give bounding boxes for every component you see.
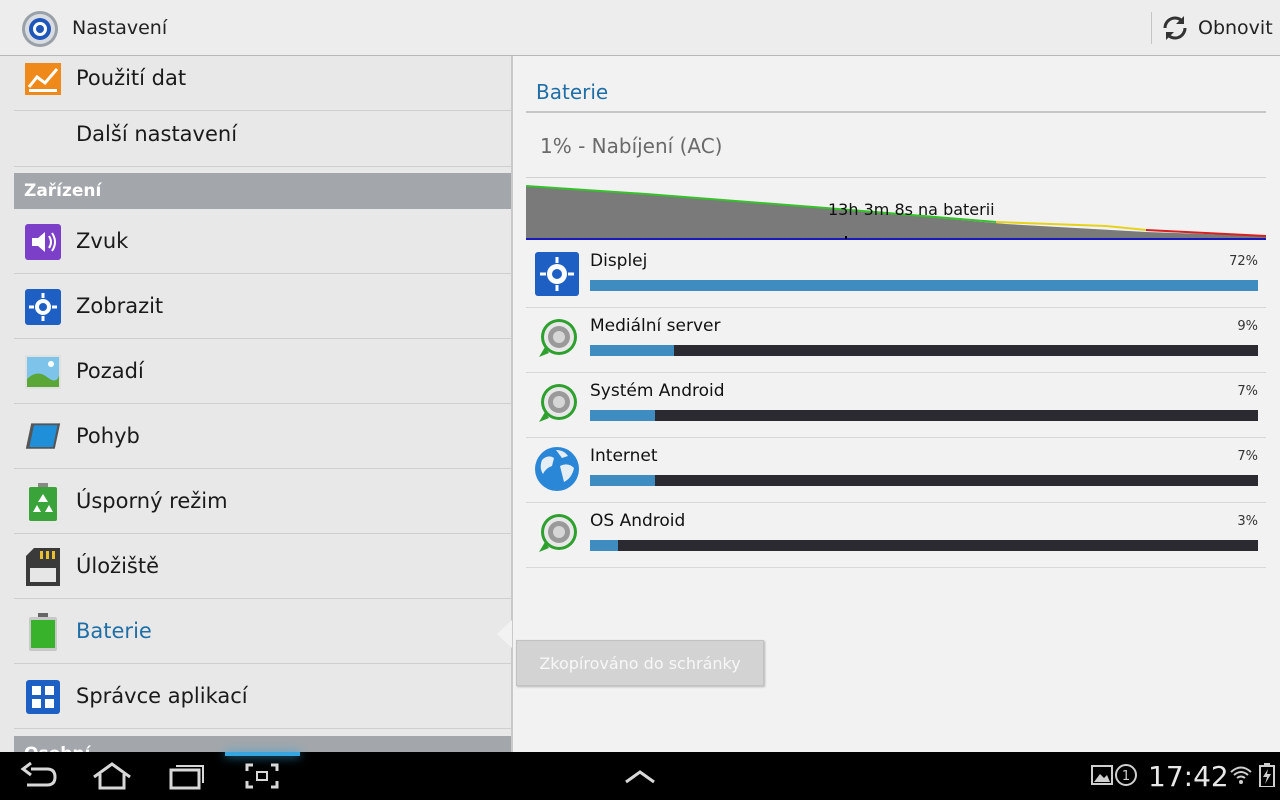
- usage-row-display[interactable]: Displej 72%: [526, 243, 1266, 308]
- page-title: Baterie: [536, 80, 609, 104]
- globe-icon: [534, 446, 580, 492]
- usage-name: Mediální server: [590, 316, 721, 336]
- display-icon: [24, 288, 62, 326]
- usage-bar: [590, 280, 1258, 291]
- battery-icon: [24, 613, 62, 651]
- usage-name: OS Android: [590, 511, 686, 531]
- settings-item-label: Správce aplikací: [76, 684, 248, 708]
- usage-bar: [590, 410, 1258, 421]
- usage-row-media-server[interactable]: Mediální server 9%: [526, 308, 1266, 373]
- motion-icon: [24, 418, 62, 456]
- usage-bar-fill: [590, 540, 618, 551]
- settings-item-label: Úložiště: [76, 554, 160, 578]
- settings-list: Použití dat Další nastavení Zařízení Zvu…: [0, 56, 512, 752]
- settings-item-motion[interactable]: Pohyb: [14, 404, 511, 469]
- section-header-label: Zařízení: [24, 181, 102, 201]
- usage-bar-fill: [590, 280, 1258, 291]
- action-bar: Nastavení Obnovit: [0, 0, 1280, 56]
- notification-counter-icon[interactable]: 1: [1113, 762, 1139, 788]
- usage-row-internet[interactable]: Internet 7%: [526, 438, 1266, 503]
- settings-gear-icon[interactable]: [17, 8, 63, 50]
- refresh-button[interactable]: Obnovit: [1158, 10, 1274, 46]
- settings-item-power-saving[interactable]: Úsporný režim: [14, 469, 511, 534]
- usage-bar-fill: [590, 345, 674, 356]
- settings-item-label: Pohyb: [76, 424, 140, 448]
- mini-apps-tray-button[interactable]: [615, 758, 665, 794]
- settings-item-app-manager[interactable]: Správce aplikací: [14, 664, 511, 729]
- battery-history-graph[interactable]: 13h 3m 8s na baterii: [525, 180, 1267, 242]
- display-icon: [534, 251, 580, 297]
- usage-percent: 72%: [1229, 254, 1258, 269]
- usage-name: Internet: [590, 446, 658, 466]
- sound-icon: [24, 223, 62, 261]
- settings-item-battery[interactable]: Baterie: [14, 599, 511, 664]
- usage-name: Displej: [590, 251, 648, 271]
- usage-row-android-os[interactable]: OS Android 3%: [526, 503, 1266, 568]
- settings-item-label: Další nastavení: [76, 122, 238, 146]
- usage-percent: 3%: [1237, 514, 1258, 529]
- back-icon: [20, 761, 57, 787]
- settings-item-more-settings[interactable]: Další nastavení: [14, 102, 511, 167]
- notification-count: 1: [1122, 769, 1130, 784]
- usage-percent: 7%: [1237, 384, 1258, 399]
- gallery-notification-icon[interactable]: [1089, 762, 1115, 788]
- screenshot-button-highlight: [225, 752, 300, 756]
- wallpaper-icon: [24, 353, 62, 391]
- section-header-label: Osobní: [24, 736, 90, 752]
- graph-duration-label: 13h 3m 8s na baterii: [828, 200, 995, 219]
- section-header-device: Zařízení: [14, 173, 511, 209]
- status-clock[interactable]: 17:42: [1148, 760, 1229, 793]
- usage-percent: 9%: [1237, 319, 1258, 334]
- section-header-personal: Osobní: [14, 736, 511, 752]
- recent-apps-button[interactable]: [162, 758, 212, 794]
- recent-apps-icon: [169, 765, 204, 790]
- refresh-icon: [1158, 11, 1192, 45]
- system-bar: 1 17:42: [0, 752, 1280, 800]
- usage-bar-fill: [590, 475, 655, 486]
- settings-item-sound[interactable]: Zvuk: [14, 209, 511, 274]
- screenshot-button[interactable]: [237, 758, 287, 794]
- toast-message: Zkopírováno do schránky: [516, 640, 764, 686]
- home-button[interactable]: [87, 758, 137, 794]
- status-divider: [526, 177, 1266, 178]
- usage-bar-fill: [590, 410, 655, 421]
- app-title: Nastavení: [72, 17, 168, 39]
- battery-charging-icon: [1254, 762, 1280, 788]
- refresh-label: Obnovit: [1198, 17, 1273, 39]
- storage-icon: [24, 548, 62, 586]
- home-icon: [93, 762, 131, 790]
- usage-bar: [590, 345, 1258, 356]
- back-button[interactable]: [14, 758, 64, 794]
- usage-row-android-system[interactable]: Systém Android 7%: [526, 373, 1266, 438]
- data-usage-icon: [24, 60, 62, 98]
- toast-text: Zkopírováno do schránky: [539, 654, 741, 673]
- usage-name: Systém Android: [590, 381, 725, 401]
- selection-pointer: [497, 620, 512, 648]
- power-saving-icon: [24, 483, 62, 521]
- screenshot-icon: [245, 763, 279, 789]
- usage-percent: 7%: [1237, 449, 1258, 464]
- title-divider: [526, 111, 1266, 113]
- app-manager-icon: [24, 678, 62, 716]
- usage-bar: [590, 475, 1258, 486]
- settings-item-label: Zobrazit: [76, 294, 164, 318]
- wifi-icon: [1228, 762, 1254, 788]
- settings-item-label: Zvuk: [76, 229, 129, 253]
- settings-item-label: Pozadí: [76, 359, 144, 383]
- settings-item-display[interactable]: Zobrazit: [14, 274, 511, 339]
- android-gear-icon: [534, 316, 580, 362]
- settings-item-label: Úsporný režim: [76, 489, 228, 513]
- settings-item-storage[interactable]: Úložiště: [14, 534, 511, 599]
- android-gear-icon: [534, 381, 580, 427]
- settings-item-wallpaper[interactable]: Pozadí: [14, 339, 511, 404]
- settings-item-label: Baterie: [76, 619, 152, 643]
- usage-bar: [590, 540, 1258, 551]
- battery-status: 1% - Nabíjení (AC): [540, 134, 723, 158]
- android-gear-icon: [534, 511, 580, 557]
- chevron-up-icon: [625, 770, 655, 784]
- action-bar-divider: [1151, 12, 1152, 44]
